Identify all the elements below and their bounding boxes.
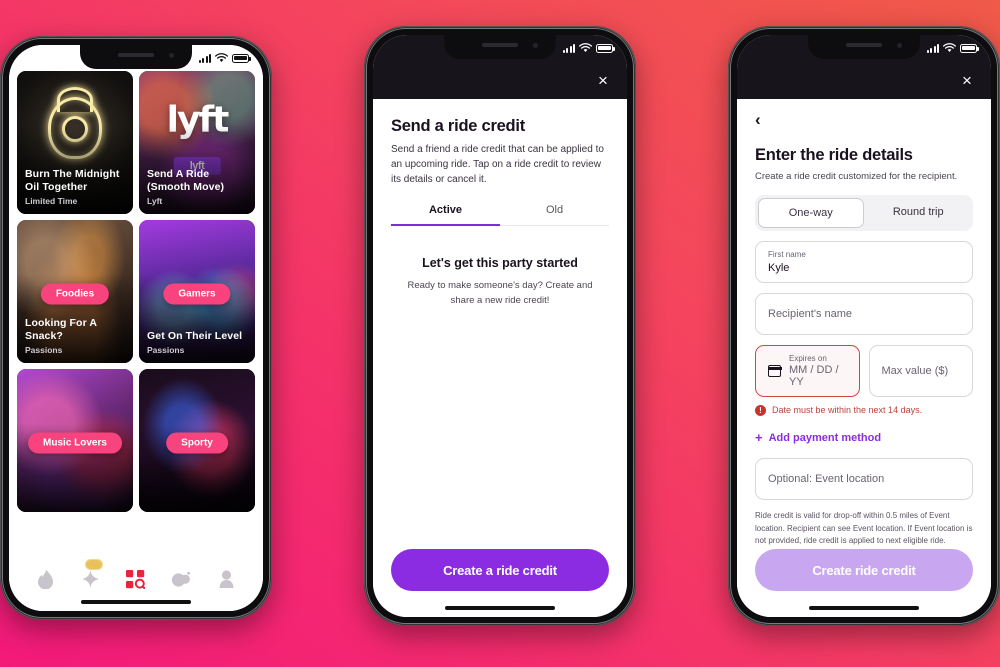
speaker-slot [846,43,882,47]
add-payment-method-label: Add payment method [768,431,882,444]
card-subtitle: Limited Time [25,196,78,206]
profile-icon [219,570,234,588]
sheet-body: ‹ Enter the ride details Create a ride c… [737,99,991,617]
add-payment-method-button[interactable]: + Add payment method [755,431,973,444]
tab-explore[interactable] [121,566,151,592]
card-title: Burn The Midnight Oil Together [25,168,120,194]
discover-card[interactable]: Sporty [139,369,255,512]
phone-mid-device: × Send a ride credit Send a friend a rid… [364,26,636,626]
tab-profile[interactable] [211,566,241,592]
discover-grid: Burn The Midnight Oil Together Limited T… [9,45,263,557]
discover-card[interactable]: Foodies Looking For A Snack? Passions [17,220,133,363]
max-value-placeholder: Max value ($) [881,365,949,378]
card-grid: Burn The Midnight Oil Together Limited T… [17,71,255,512]
wifi-icon [943,43,956,52]
card-subtitle: Passions [147,345,185,355]
card-badge: Music Lovers [28,432,122,454]
close-icon[interactable]: × [959,72,975,89]
calendar-icon [767,365,782,378]
first-name-value: Kyle [768,261,790,274]
discover-grid-screen: Burn The Midnight Oil Together Limited T… [9,45,263,611]
notch [808,35,920,59]
card-title: Send A Ride (Smooth Move) [147,168,225,194]
card-badge: Gamers [163,283,231,305]
card-subtitle: Passions [25,345,63,355]
tab-flame[interactable] [31,566,61,592]
date-error-message: ! Date must be within the next 14 days. [755,404,973,417]
card-subtitle: Lyft [147,196,163,206]
expires-on-placeholder: MM / DD / YY [789,364,839,389]
home-indicator [445,606,555,610]
empty-state-body: Ready to make someone's day? Create and … [407,280,593,306]
signal-bars-icon [926,43,939,53]
sheet-body: Send a ride credit Send a friend a ride … [373,99,627,617]
home-indicator [81,600,191,604]
expires-on-label: Expires on [789,354,827,363]
signal-bars-icon [562,43,575,53]
card-badge: Foodies [40,283,110,305]
create-ride-credit-button[interactable]: Create a ride credit [391,549,609,591]
page-title: Send a ride credit [391,117,525,135]
error-text: Date must be within the next 14 days. [772,405,923,416]
empty-state-heading: Let's get this party started [422,256,578,271]
speaker-slot [118,53,154,57]
sparkle-icon [82,570,100,588]
notch [80,45,192,69]
battery-icon [960,43,979,53]
empty-state: Let's get this party started Ready to ma… [373,226,627,308]
flame-icon [38,569,54,589]
speaker-slot [482,43,518,47]
recipient-name-placeholder: Recipient's name [768,308,853,320]
card-badge: Sporty [166,432,228,454]
signal-bars-icon [198,53,211,63]
date-value-row: Expires on MM / DD / YY Max value ($) [755,335,973,398]
event-location-field[interactable]: Optional: Event location [755,458,973,501]
notch [444,35,556,59]
credit-tabs: Active Old [391,204,609,227]
create-ride-credit-button[interactable]: Create ride credit [755,549,973,591]
back-icon[interactable]: ‹ [755,111,771,128]
segment-one-way[interactable]: One-way [758,198,864,228]
max-value-field[interactable]: Max value ($) [868,345,973,398]
page-subtitle: Create a ride credit customized for the … [755,171,958,182]
home-indicator [809,606,919,610]
discover-card[interactable]: Burn The Midnight Oil Together Limited T… [17,71,133,214]
front-camera [897,43,902,48]
front-camera [533,43,538,48]
tab-old[interactable]: Old [500,204,609,225]
page-description: Send a friend a ride credit that can be … [391,144,604,185]
segment-round-trip[interactable]: Round trip [867,198,971,228]
chat-icon [172,571,191,587]
tab-active[interactable]: Active [391,204,500,227]
tab-messages[interactable] [166,566,196,592]
discover-card[interactable]: Music Lovers [17,369,133,512]
phone-left-device: Burn The Midnight Oil Together Limited T… [0,36,272,620]
wifi-icon [215,53,228,62]
ride-details-screen: × ‹ Enter the ride details Create a ride… [737,35,991,617]
battery-icon [232,53,251,63]
explore-grid-icon [126,569,146,589]
recipient-name-field[interactable]: Recipient's name [755,293,973,335]
phone-right-device: × ‹ Enter the ride details Create a ride… [728,26,1000,626]
trip-type-segmented-control: One-way Round trip [755,195,973,231]
plus-icon: + [755,430,763,446]
discover-card[interactable]: lyft lyft Send A Ride (Smooth Move) Lyft [139,71,255,214]
front-camera [169,53,174,58]
first-name-field[interactable]: First name Kyle [755,241,973,283]
tab-top-picks[interactable] [76,559,106,592]
discover-card[interactable]: Gamers Get On Their Level Passions [139,220,255,363]
event-location-placeholder: Optional: Event location [768,473,885,486]
battery-icon [596,43,615,53]
error-icon: ! [755,405,766,417]
top-picks-badge [84,559,103,570]
close-icon[interactable]: × [595,72,611,89]
page-title: Enter the ride details [755,146,913,164]
card-title: Get On Their Level [147,330,243,343]
send-ride-credit-screen: × Send a ride credit Send a friend a rid… [373,35,627,617]
card-title: Looking For A Snack? [25,317,97,343]
expires-on-field[interactable]: Expires on MM / DD / YY [755,345,860,398]
event-location-helper-text: Ride credit is valid for drop-off within… [755,511,973,546]
first-name-label: First name [768,250,806,260]
wifi-icon [579,43,592,52]
